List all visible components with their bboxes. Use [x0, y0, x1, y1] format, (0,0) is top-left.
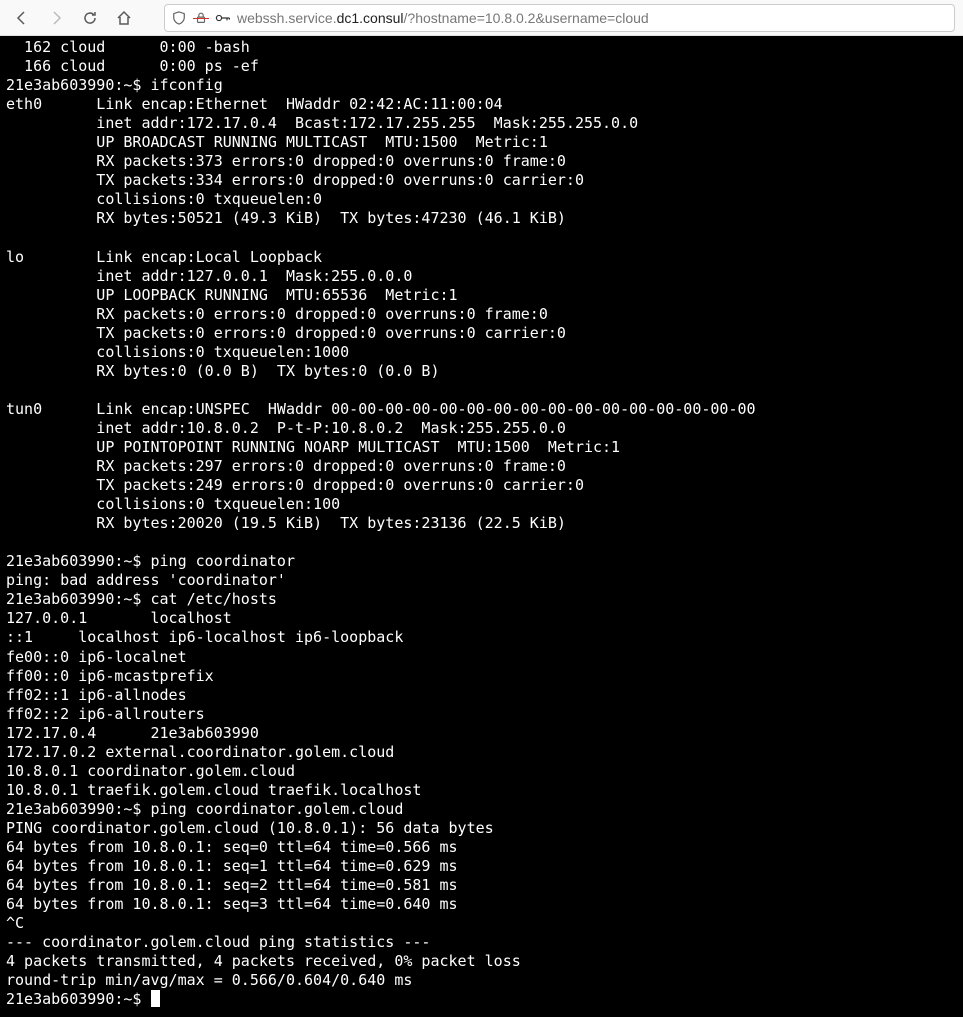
lock-strike-icon[interactable] [193, 10, 209, 26]
home-button[interactable] [110, 4, 138, 32]
back-icon [14, 10, 30, 26]
back-button[interactable] [8, 4, 36, 32]
url-bar[interactable]: webssh.service.dc1.consul/?hostname=10.8… [164, 4, 955, 32]
reload-icon [82, 10, 98, 26]
shield-icon[interactable] [171, 10, 187, 26]
key-icon[interactable] [215, 10, 231, 26]
forward-button[interactable] [42, 4, 70, 32]
forward-icon [48, 10, 64, 26]
reload-button[interactable] [76, 4, 104, 32]
terminal-cursor [151, 990, 160, 1007]
home-icon [116, 10, 132, 26]
terminal-output[interactable]: 162 cloud 0:00 -bash 166 cloud 0:00 ps -… [0, 36, 963, 1017]
url-text: webssh.service.dc1.consul/?hostname=10.8… [237, 10, 948, 26]
browser-toolbar: webssh.service.dc1.consul/?hostname=10.8… [0, 0, 963, 36]
